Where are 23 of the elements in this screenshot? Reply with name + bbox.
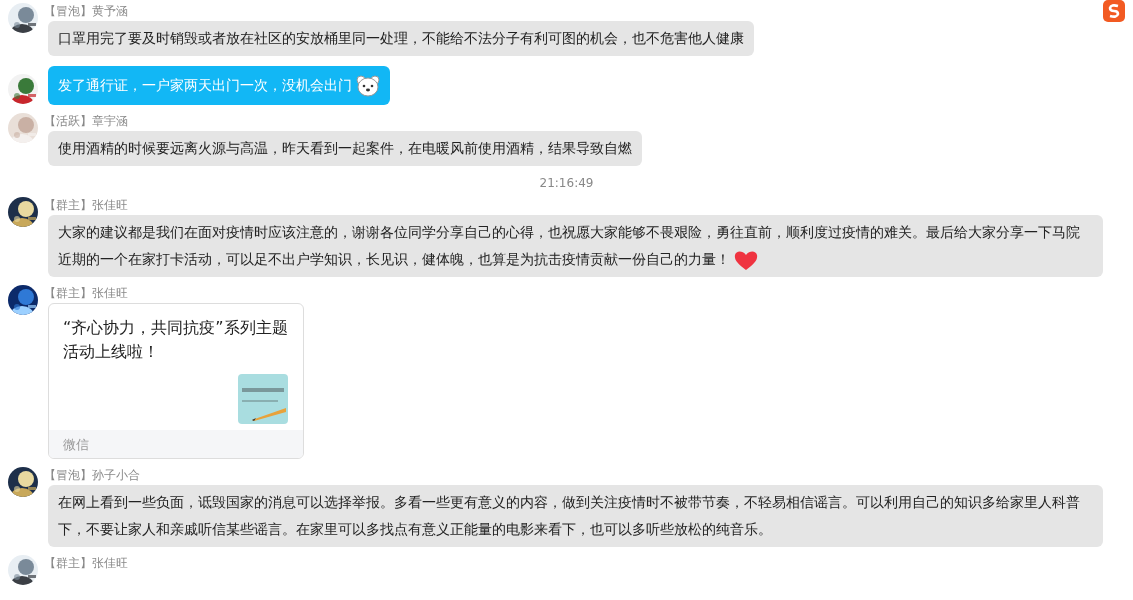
sender-name: 张佳旺: [92, 556, 128, 570]
sender-name: 章宇涵: [92, 114, 128, 128]
member-title: 【活跃】: [44, 114, 92, 128]
card-source: 微信: [63, 437, 89, 452]
sender-name: 张佳旺: [92, 286, 128, 300]
member-title: 【群主】: [44, 198, 92, 212]
bear-emoji-icon: [356, 75, 380, 97]
sender-name: 黄予涵: [92, 4, 128, 18]
member-title: 【群主】: [44, 286, 92, 300]
sender-name: 张佳旺: [92, 198, 128, 212]
message-bubble: 大家的建议都是我们在面对疫情时应该注意的，谢谢各位同学分享自己的心得，也祝愿大家能够不畏艰险，勇往直前，顺利度过疫情的难关。最后给大家分享一下马院近期的一个在家打卡活动，可以足不出户学知识，长见识，健体魄，也算是为抗击疫情贡献一份自己的力量！: [48, 215, 1103, 277]
timestamp: 21:16:49: [539, 176, 594, 190]
sender-name: 孙子小合: [92, 468, 140, 482]
message-bubble: 发了通行证，一户家两天出门一次，没机会出门: [48, 66, 390, 105]
member-title: 【群主】: [44, 556, 92, 570]
card-title: “齐心协力，共同抗疫”系列主题活动上线啦！: [62, 317, 289, 363]
heart-emoji-icon: [734, 249, 758, 271]
message-bubble: 使用酒精的时候要远离火源与高温，昨天看到一起案件，在电暖风前使用酒精，结果导致自燃: [48, 131, 642, 166]
member-title: 【冒泡】: [44, 468, 92, 482]
shared-link-card[interactable]: “齐心协力，共同抗疫”系列主题活动上线啦！ 微信: [48, 303, 304, 459]
message-bubble: 在网上看到一些负面，诋毁国家的消息可以选择举报。多看一些更有意义的内容，做到关注疫情时不被带节奏，不轻易相信谣言。可以利用自己的知识多给家里人科普下，不要让家人和亲戚听信某些谣言。在家里可以多找点有意义正能量的电影来看下，也可以多听些放松的纯音乐。: [48, 485, 1103, 547]
message-bubble: 口罩用完了要及时销毁或者放在社区的安放桶里同一处理，不能给不法分子有利可图的机会，也不危害他人健康: [48, 21, 754, 56]
member-title: 【冒泡】: [44, 4, 92, 18]
